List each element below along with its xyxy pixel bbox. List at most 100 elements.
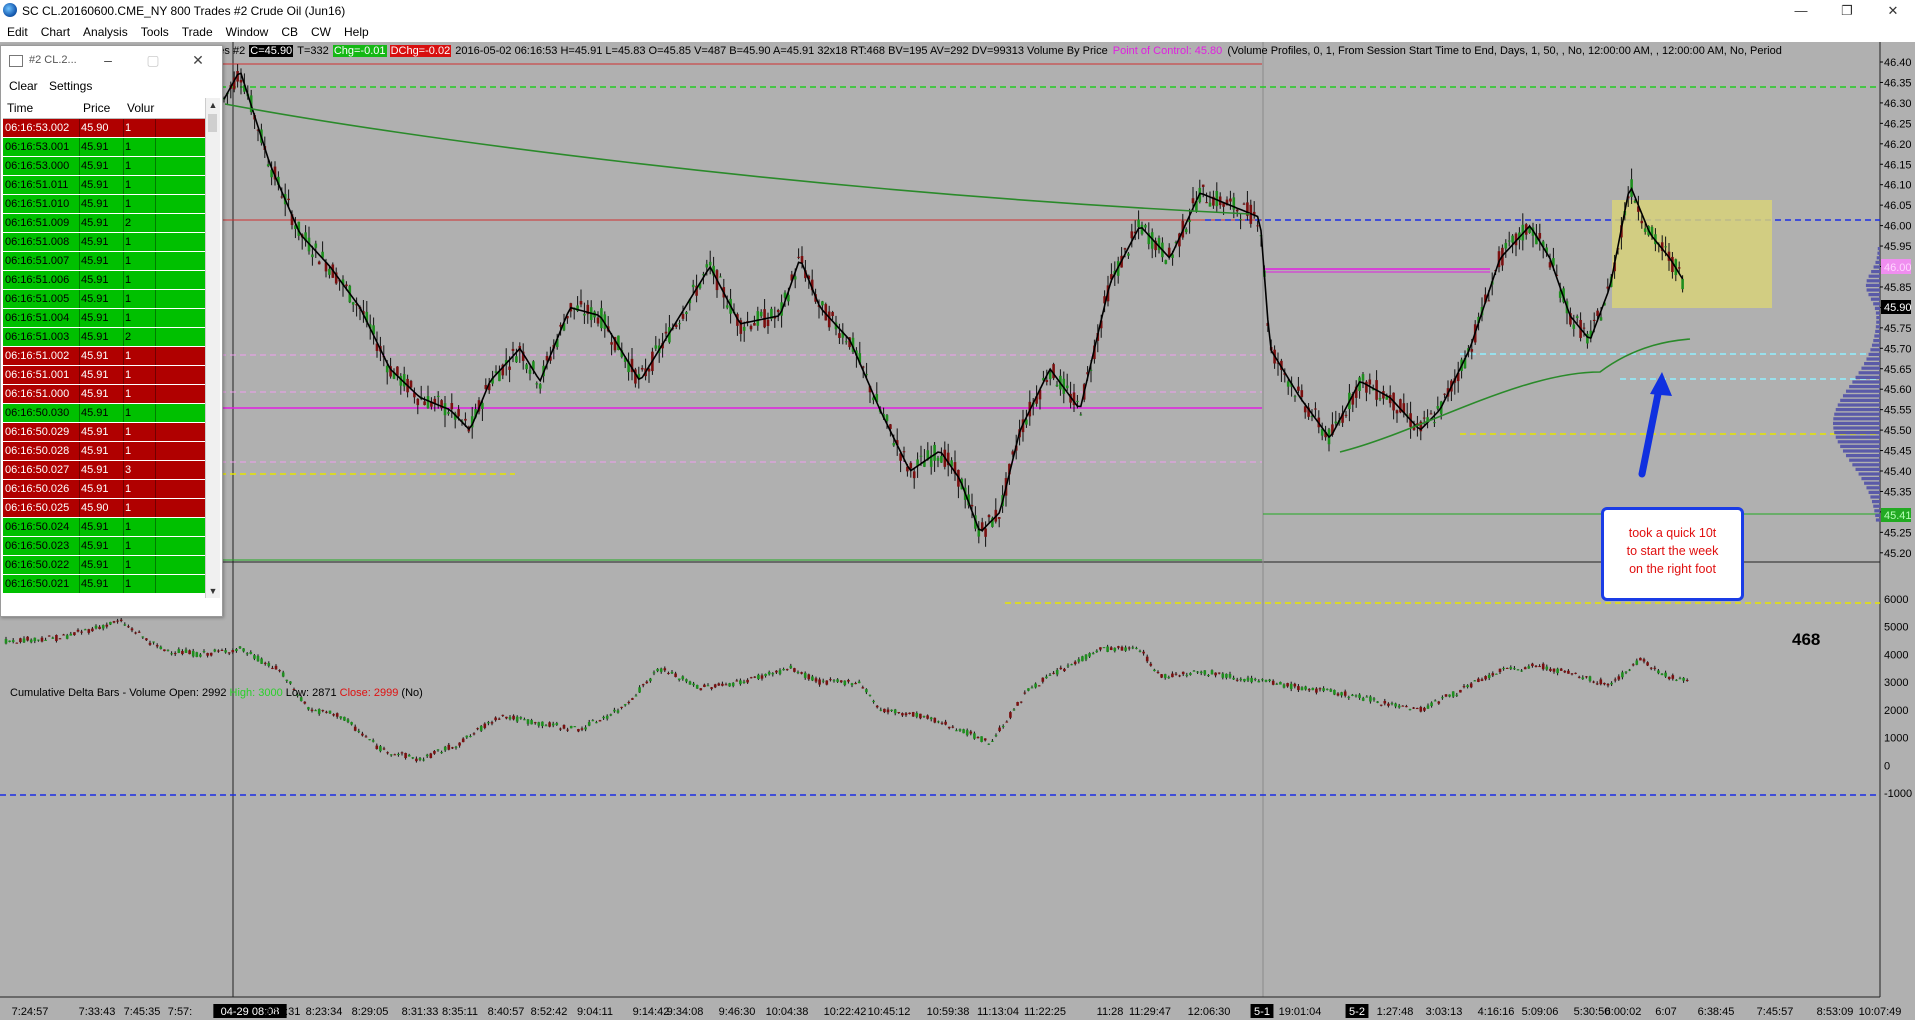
tas-scrollbar[interactable]: ▲ ▼ — [205, 98, 220, 598]
price-tick-label: 45.95 — [1884, 241, 1912, 253]
annotation-arrow-head — [1650, 372, 1672, 396]
tas-row[interactable]: 06:16:51.011 45.91 1 — [3, 176, 205, 194]
delta-candle-body — [760, 675, 764, 679]
tas-title-bar[interactable]: #2 CL.2... – ▢ ✕ — [1, 46, 222, 76]
delta-candle-body — [472, 733, 476, 735]
tas-row[interactable]: 06:16:53.000 45.91 1 — [3, 157, 205, 175]
col-time[interactable]: Time — [7, 101, 33, 115]
price-candle-body — [239, 79, 243, 83]
tas-row[interactable]: 06:16:50.022 45.91 1 — [3, 556, 205, 574]
tas-row[interactable]: 06:16:50.026 45.91 1 — [3, 480, 205, 498]
tas-row[interactable]: 06:16:50.029 45.91 1 — [3, 423, 205, 441]
delta-tick-label: 6000 — [1884, 594, 1908, 606]
col-volume[interactable]: Volur — [127, 101, 154, 115]
delta-candle-body — [353, 726, 357, 731]
delta-candle-body — [613, 709, 616, 712]
delta-candle-body — [929, 717, 933, 720]
delta-tick-label: -1000 — [1884, 788, 1912, 800]
delta-candle-body — [1448, 694, 1451, 697]
menu-chart[interactable]: Chart — [34, 22, 76, 40]
delta-candle-body — [1379, 704, 1383, 706]
tas-row[interactable]: 06:16:53.001 45.91 1 — [3, 138, 205, 156]
callout-line-1: took a quick 10t — [1628, 526, 1717, 540]
tas-row[interactable]: 06:16:53.002 45.90 1 — [3, 119, 205, 137]
menu-window[interactable]: Window — [219, 22, 275, 40]
tas-row[interactable]: 06:16:51.005 45.91 1 — [3, 290, 205, 308]
scroll-up-icon[interactable]: ▲ — [206, 98, 220, 112]
tas-row[interactable]: 06:16:51.002 45.91 1 — [3, 347, 205, 365]
delta-candle-body — [857, 681, 861, 684]
delta-candle-body — [1264, 679, 1268, 682]
tas-row[interactable]: 06:16:51.006 45.91 1 — [3, 271, 205, 289]
delta-candle-body — [1397, 705, 1401, 708]
tas-row[interactable]: 06:16:51.000 45.91 1 — [3, 385, 205, 403]
tas-row[interactable]: 06:16:51.010 45.91 1 — [3, 195, 205, 213]
tas-row[interactable]: 06:16:50.030 45.91 1 — [3, 404, 205, 422]
delta-candle-body — [1336, 693, 1340, 696]
price-candle-body — [511, 348, 515, 351]
restore-button[interactable]: ❐ — [1824, 0, 1870, 22]
price-candle-body — [1368, 379, 1372, 385]
row-time: 06:16:51.001 — [5, 369, 70, 381]
tas-row[interactable]: 06:16:50.027 45.91 3 — [3, 461, 205, 479]
tas-maximize-button[interactable]: ▢ — [144, 52, 162, 69]
minimize-button[interactable]: — — [1778, 0, 1824, 22]
tas-close-button[interactable]: ✕ — [189, 52, 207, 69]
delta-candle-body — [782, 669, 785, 671]
volume-profile-bar — [1876, 256, 1880, 260]
delta-candle-body — [667, 672, 670, 674]
menu-analysis[interactable]: Analysis — [76, 22, 134, 40]
menu-help[interactable]: Help — [337, 22, 375, 40]
time-and-sales-window[interactable]: #2 CL.2... – ▢ ✕ Clear Settings Time Pri… — [0, 45, 223, 617]
price-candle-body — [1229, 198, 1232, 202]
tas-row[interactable]: 06:16:50.025 45.90 1 — [3, 499, 205, 517]
tas-row[interactable]: 06:16:51.004 45.91 1 — [3, 309, 205, 327]
delta-candle-body — [1477, 678, 1480, 682]
col-price[interactable]: Price — [83, 101, 110, 115]
cumulative-delta-label: Cumulative Delta Bars - Volume Open: 299… — [10, 687, 423, 699]
delta-candle-body — [674, 673, 677, 678]
scroll-down-icon[interactable]: ▼ — [206, 584, 220, 598]
time-tick-label: 8:53:09 — [1817, 1006, 1854, 1018]
menu-trade[interactable]: Trade — [175, 22, 219, 40]
tas-row[interactable]: 06:16:51.003 45.91 2 — [3, 328, 205, 346]
delta-candle-body — [641, 684, 645, 686]
menu-edit[interactable]: Edit — [0, 22, 34, 40]
delta-candle-body — [1531, 663, 1534, 667]
tas-clear-button[interactable]: Clear — [9, 79, 38, 93]
delta-candle-body — [937, 721, 940, 723]
tas-row[interactable]: 06:16:50.028 45.91 1 — [3, 442, 205, 460]
tas-row[interactable]: 06:16:51.007 45.91 1 — [3, 252, 205, 270]
delta-candle-body — [191, 650, 195, 657]
scroll-thumb[interactable] — [208, 114, 217, 132]
tas-row[interactable]: 06:16:50.021 45.91 1 — [3, 575, 205, 593]
row-time: 06:16:50.030 — [5, 407, 70, 419]
tas-row[interactable]: 06:16:50.024 45.91 1 — [3, 518, 205, 536]
tas-minimize-button[interactable]: – — [99, 52, 117, 68]
delta-candle-body — [1473, 680, 1477, 682]
tas-settings-button[interactable]: Settings — [49, 79, 92, 93]
row-time: 06:16:51.006 — [5, 274, 70, 286]
menu-cb[interactable]: CB — [274, 22, 304, 40]
delta-candle-body — [1664, 672, 1667, 677]
delta-candle-body — [321, 710, 325, 712]
delta-candle-body — [1286, 683, 1289, 687]
delta-candle-body — [101, 625, 105, 629]
tas-row[interactable]: 06:16:51.009 45.91 2 — [3, 214, 205, 232]
title-bar: SC CL.20160600.CME_NY 800 Trades #2 Crud… — [0, 0, 1915, 22]
close-button[interactable]: ✕ — [1870, 0, 1915, 22]
price-candle-body — [1436, 406, 1440, 409]
tas-row[interactable]: 06:16:51.008 45.91 1 — [3, 233, 205, 251]
menu-cw[interactable]: CW — [304, 22, 337, 40]
menu-tools[interactable]: Tools — [134, 22, 175, 40]
delta-candle-body — [40, 637, 44, 642]
price-candle-body — [266, 164, 270, 167]
tas-row[interactable]: 06:16:51.001 45.91 1 — [3, 366, 205, 384]
delta-candle-body — [1685, 679, 1689, 681]
delta-candle-body — [440, 752, 443, 754]
volume-profile-bar — [1873, 302, 1880, 306]
chart-area[interactable]: 46.40 46.35 46.30 46.25 46.20 46.15 46.10 46.05… — [0, 42, 1915, 1020]
tas-row[interactable]: 06:16:50.023 45.91 1 — [3, 537, 205, 555]
delta-candle-body — [1545, 666, 1549, 670]
price-candle-body — [1130, 231, 1134, 239]
